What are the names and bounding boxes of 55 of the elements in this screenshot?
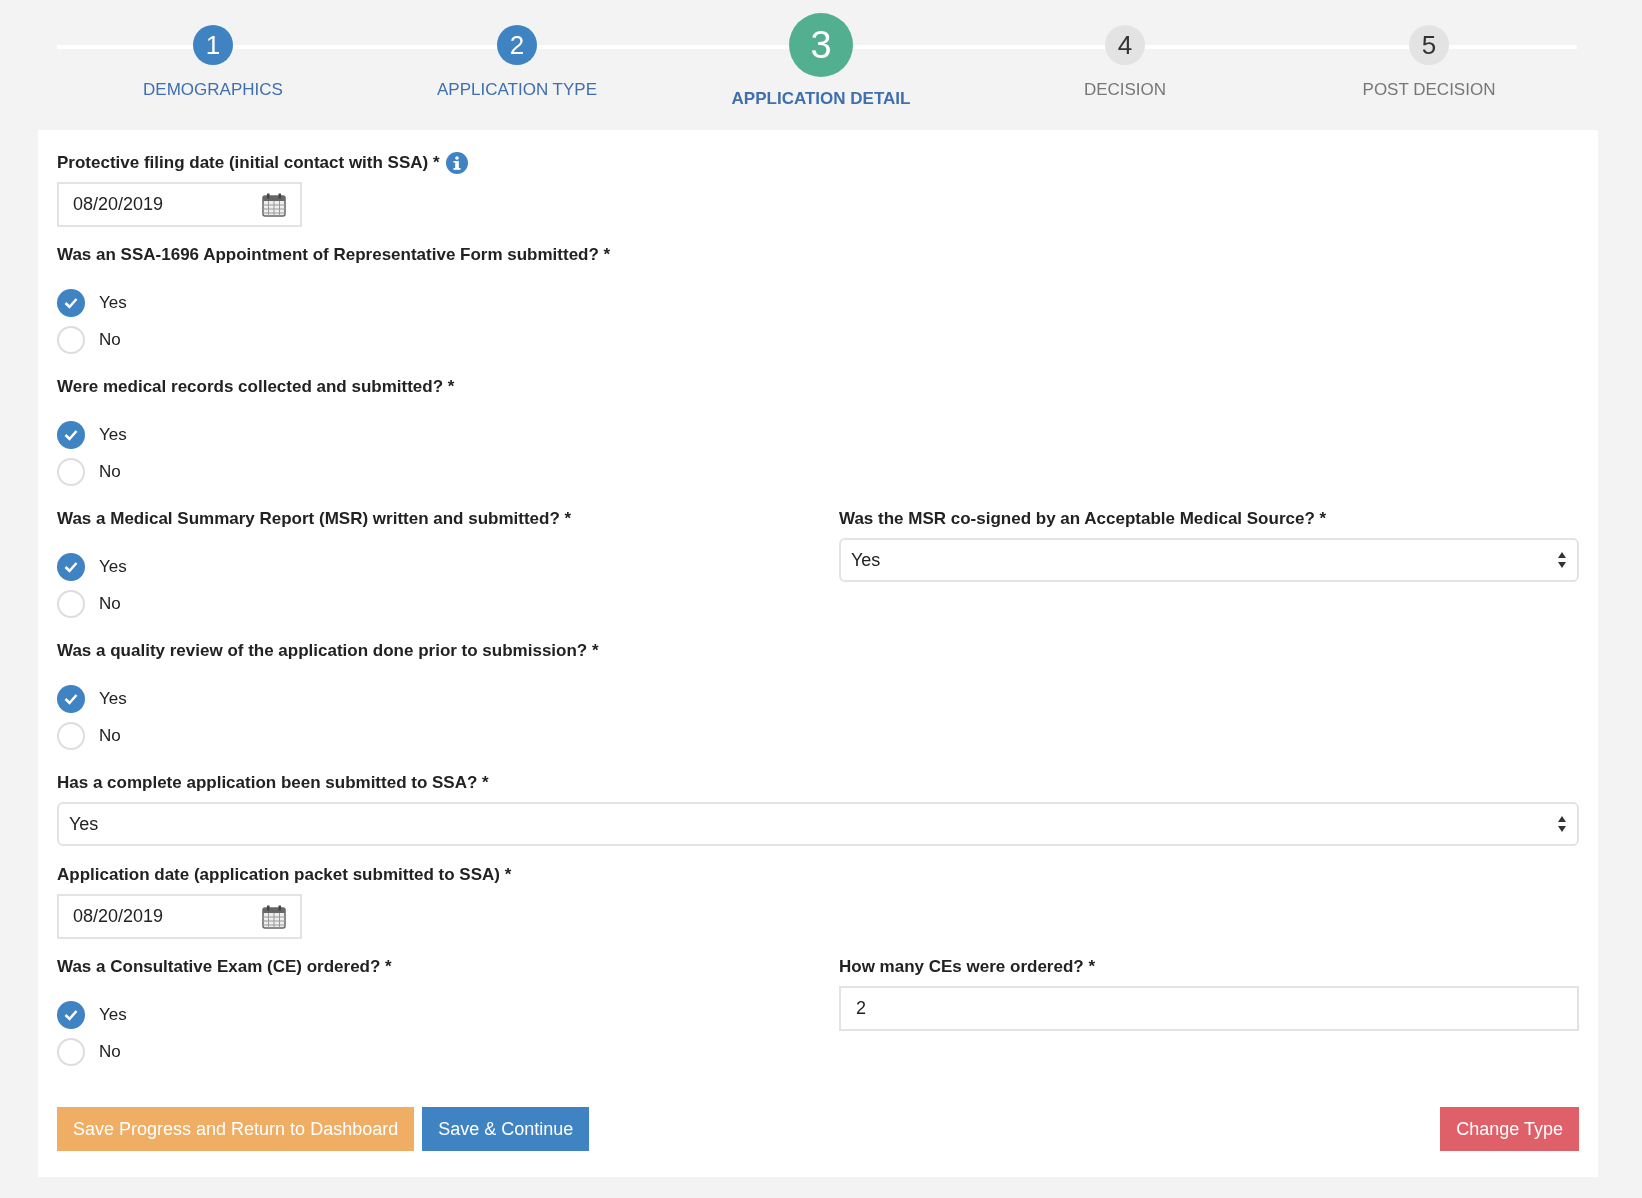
field-label: Application date (application packet submitted to SSA) * bbox=[57, 864, 512, 886]
field-label: Was a quality review of the application done prior to submission? * bbox=[57, 640, 599, 662]
select-field[interactable]: Yes bbox=[839, 538, 1579, 582]
step-label: POST DECISION bbox=[1362, 79, 1496, 101]
radio-button[interactable] bbox=[57, 684, 85, 713]
calendar-icon[interactable] bbox=[262, 904, 286, 929]
sort-icon bbox=[1557, 551, 1567, 569]
action-button[interactable]: Save & Continue bbox=[422, 1107, 590, 1151]
step-number[interactable]: 4 bbox=[1105, 25, 1145, 65]
field-label: Was a Consultative Exam (CE) ordered? * bbox=[57, 956, 392, 978]
radio-label: No bbox=[99, 724, 121, 747]
radio-button[interactable] bbox=[57, 420, 85, 449]
radio-button[interactable] bbox=[57, 1037, 85, 1066]
radio-label: No bbox=[99, 592, 121, 615]
radio-button[interactable] bbox=[57, 288, 85, 317]
radio-button[interactable] bbox=[57, 552, 85, 581]
calendar-icon[interactable] bbox=[262, 192, 286, 217]
radio-label: Yes bbox=[99, 423, 127, 446]
field-label: Was a Medical Summary Report (MSR) written and submitted? * bbox=[57, 508, 572, 530]
radio-label: Yes bbox=[99, 687, 127, 710]
radio-label: No bbox=[99, 1040, 121, 1063]
check-icon bbox=[64, 692, 78, 705]
info-icon[interactable] bbox=[445, 152, 468, 174]
field-label: Were medical records collected and submitted? * bbox=[57, 376, 455, 398]
select-field[interactable]: Yes bbox=[57, 802, 1579, 846]
date-field[interactable]: 08/20/2019 bbox=[57, 182, 302, 227]
radio-label: Yes bbox=[99, 291, 127, 314]
step-number[interactable]: 2 bbox=[497, 25, 537, 65]
sort-icon bbox=[1557, 815, 1567, 833]
step-label: DECISION bbox=[1083, 79, 1167, 101]
field-label: Was an SSA-1696 Appointment of Representative Form submitted? * bbox=[57, 244, 611, 266]
field-label: How many CEs were ordered? * bbox=[839, 956, 1096, 978]
check-icon bbox=[64, 560, 78, 573]
field-label: Was the MSR co-signed by an Acceptable Medical Source? * bbox=[839, 508, 1327, 530]
date-field[interactable]: 08/20/2019 bbox=[57, 894, 302, 939]
radio-label: Yes bbox=[99, 1003, 127, 1026]
radio-label: Yes bbox=[99, 555, 127, 578]
step-label: DEMOGRAPHICS bbox=[143, 79, 283, 101]
radio-button[interactable] bbox=[57, 325, 85, 354]
radio-button[interactable] bbox=[57, 1000, 85, 1029]
radio-button[interactable] bbox=[57, 457, 85, 486]
check-icon bbox=[64, 428, 78, 441]
step-number[interactable]: 1 bbox=[193, 25, 233, 65]
check-icon bbox=[64, 296, 78, 309]
radio-label: No bbox=[99, 460, 121, 483]
field-label: Protective filing date (initial contact with SSA) * bbox=[57, 152, 440, 174]
step-label: APPLICATION TYPE bbox=[437, 79, 597, 101]
input-field[interactable]: 2 bbox=[839, 986, 1579, 1031]
radio-label: No bbox=[99, 328, 121, 351]
check-icon bbox=[64, 1008, 78, 1021]
step-number[interactable]: 5 bbox=[1409, 25, 1449, 65]
radio-button[interactable] bbox=[57, 721, 85, 750]
step-label: APPLICATION DETAIL bbox=[731, 88, 911, 110]
field-label: Has a complete application been submitted to SSA? * bbox=[57, 772, 489, 794]
radio-button[interactable] bbox=[57, 589, 85, 618]
